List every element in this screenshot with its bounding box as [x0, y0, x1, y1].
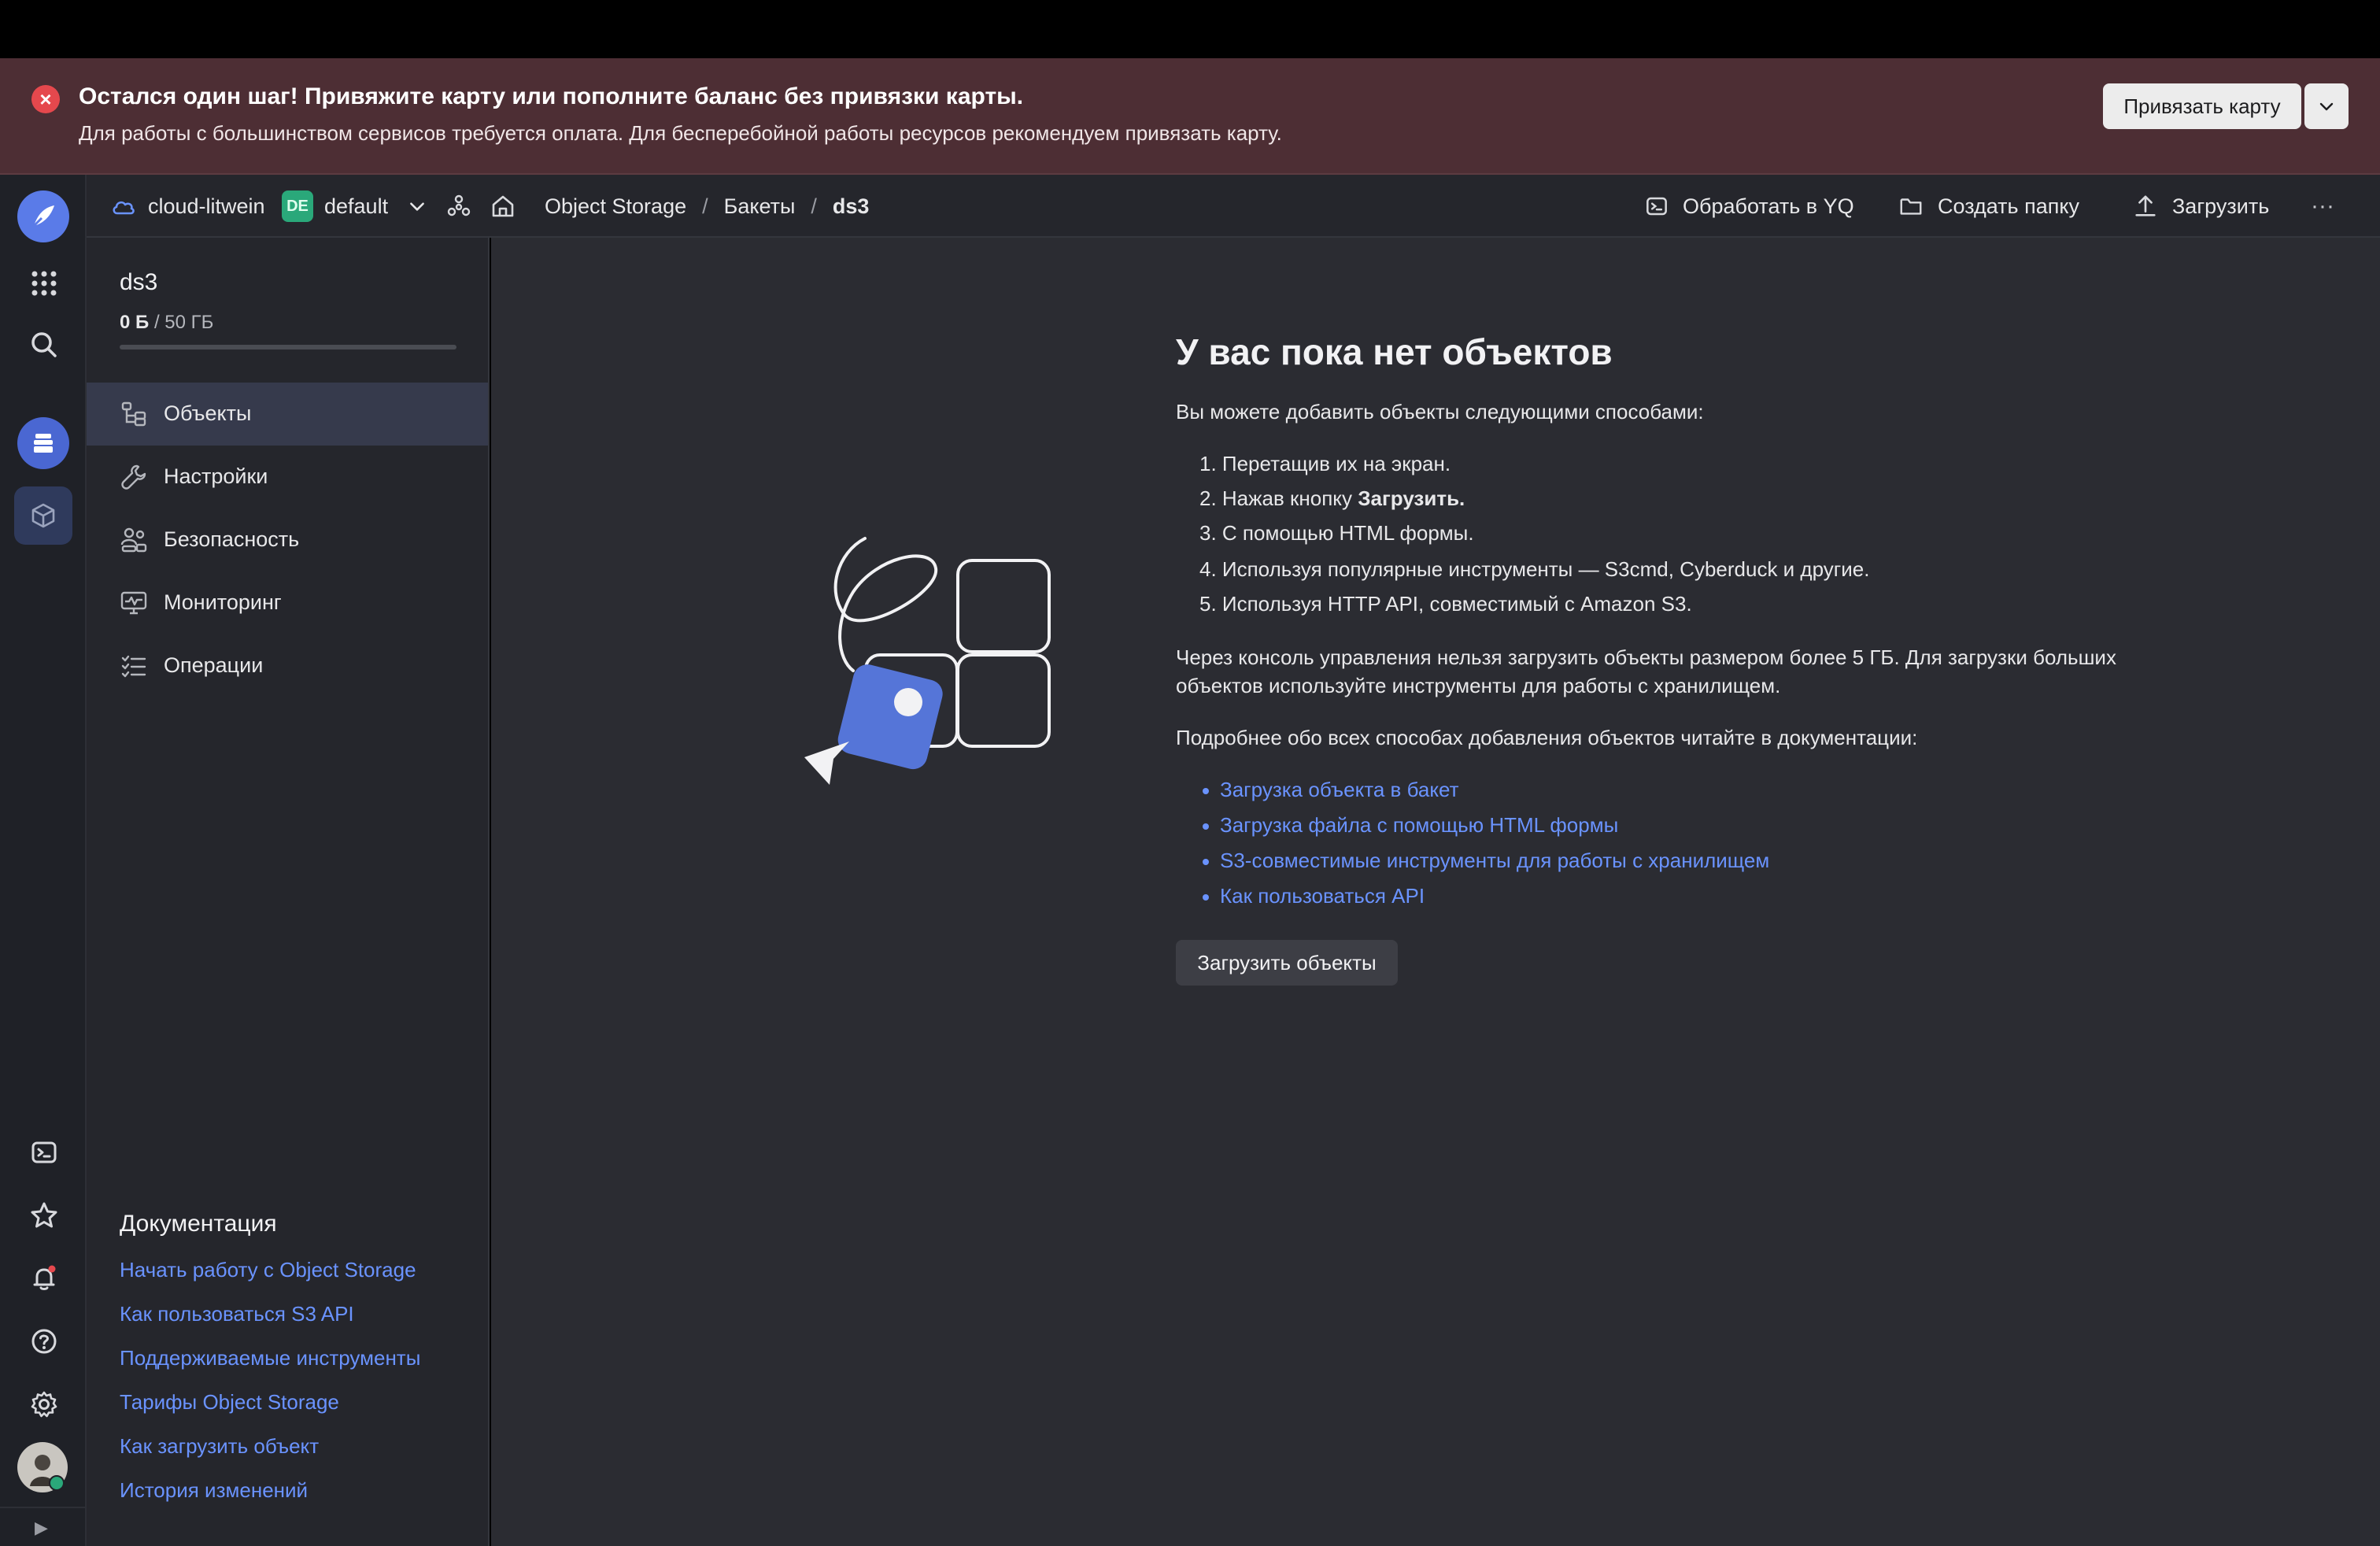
nav-label: Операции	[164, 653, 264, 677]
top-black-bar	[0, 0, 2380, 58]
method-bold: Загрузить.	[1358, 486, 1465, 510]
method-item: 2. Нажав кнопку Загрузить.	[1199, 486, 1465, 511]
storage-service-icon[interactable]	[17, 417, 69, 469]
bucket-name: ds3	[120, 269, 158, 295]
upload-objects-button[interactable]: Загрузить объекты	[1176, 940, 1398, 986]
usage-progress-bar	[120, 345, 456, 350]
usage-quota: / 50 ГБ	[153, 312, 214, 333]
terminal-icon	[1646, 197, 1667, 216]
method-item: 5. Используя HTTP API, совместимый с Ama…	[1199, 592, 1692, 616]
terminal-icon[interactable]	[16, 1124, 72, 1181]
more-actions-icon[interactable]: ···	[2311, 175, 2334, 238]
main-content: У вас пока нет объектов Вы можете добави…	[491, 238, 2380, 1546]
yandex-cloud-logo-icon[interactable]	[17, 190, 69, 242]
create-folder-button[interactable]: Создать папку	[1898, 175, 2079, 238]
breadcrumb-current: ds3	[832, 194, 870, 218]
nav-label: Мониторинг	[164, 590, 282, 614]
chevron-down-icon	[2319, 102, 2334, 111]
breadcrumb-object-storage[interactable]: Object Storage	[545, 194, 686, 219]
breadcrumb-buckets[interactable]: Бакеты	[724, 194, 796, 219]
error-icon[interactable]: ×	[31, 85, 60, 113]
breadcrumb: Object Storage / Бакеты / ds3	[545, 175, 869, 238]
wrench-icon	[121, 464, 146, 490]
nav-item-objects[interactable]: Объекты	[87, 383, 488, 446]
star-icon[interactable]	[16, 1187, 72, 1244]
empty-storage-illustration	[804, 537, 1051, 785]
more-info-text: Подробнее обо всех способах добавления о…	[1176, 726, 1918, 749]
doc-link[interactable]: Как пользоваться S3 API	[120, 1302, 354, 1326]
bullet	[1203, 788, 1209, 794]
upload-icon	[2135, 195, 2156, 216]
cloud-selector[interactable]: cloud-litwein	[110, 175, 265, 238]
expand-rail-icon[interactable]: ▶	[35, 1518, 48, 1538]
bucket-usage: 0 Б / 50 ГБ	[120, 312, 213, 334]
doc-link[interactable]: Загрузка объекта в бакет	[1220, 778, 1459, 802]
users-icon	[120, 527, 147, 553]
nav-item-settings[interactable]: Настройки	[87, 446, 488, 509]
home-icon[interactable]	[490, 175, 516, 238]
breadcrumb-separator: /	[811, 194, 817, 218]
object-storage-icon[interactable]	[14, 486, 72, 545]
payment-banner: × Остался один шаг! Привяжите карту или …	[0, 58, 2380, 175]
search-icon[interactable]	[16, 316, 72, 373]
banner-subtitle: Для работы с большинством сервисов требу…	[79, 121, 1282, 145]
cloud-name: cloud-litwein	[148, 194, 265, 218]
service-graph-icon[interactable]	[445, 175, 472, 238]
bucket-side-panel: ds3 0 Б / 50 ГБ Объекты Настройки Безопа…	[87, 238, 490, 1546]
bell-icon[interactable]	[16, 1250, 72, 1307]
empty-state-title: У вас пока нет объектов	[1176, 331, 1613, 372]
chevron-down-icon	[410, 202, 424, 211]
left-rail: ▶	[0, 175, 87, 1546]
doc-link[interactable]: История изменений	[120, 1478, 308, 1503]
size-note-line: Через консоль управления нельзя загрузит…	[1176, 645, 2116, 669]
list-icon	[121, 655, 146, 678]
docs-title: Документация	[120, 1211, 277, 1237]
cloud-icon	[113, 201, 135, 215]
link-card-dropdown-button[interactable]	[2304, 83, 2349, 129]
bullet	[1203, 859, 1209, 865]
doc-link[interactable]: Начать работу с Object Storage	[120, 1258, 416, 1282]
objects-icon	[121, 401, 146, 427]
process-yq-label: Обработать в YQ	[1683, 194, 1854, 218]
doc-link[interactable]: S3-совместимые инструменты для работы с …	[1220, 849, 1769, 873]
intro-text: Вы можете добавить объекты следующими сп…	[1176, 400, 1704, 423]
create-folder-label: Создать папку	[1938, 194, 2079, 218]
folder-selector[interactable]: DE default	[282, 175, 427, 238]
nav-label: Настройки	[164, 464, 268, 488]
top-header: cloud-litwein DE default Object Storage …	[87, 175, 2380, 238]
nav-label: Безопасность	[164, 527, 300, 551]
folder-name: default	[324, 194, 389, 218]
method-text: 2. Нажав кнопку	[1199, 486, 1358, 510]
nav-item-operations[interactable]: Операции	[87, 634, 488, 697]
upload-header-button[interactable]: Загрузить	[2133, 175, 2269, 238]
monitor-icon	[120, 591, 147, 615]
doc-link[interactable]: Тарифы Object Storage	[120, 1390, 339, 1415]
nav-item-monitoring[interactable]: Мониторинг	[87, 571, 488, 634]
user-avatar[interactable]	[17, 1442, 68, 1492]
doc-link[interactable]: Как пользоваться API	[1220, 884, 1425, 908]
method-item: 1. Перетащив их на экран.	[1199, 452, 1451, 475]
method-item: 3. С помощью HTML формы.	[1199, 521, 1474, 545]
size-note-line: объектов используйте инструменты для раб…	[1176, 674, 1781, 697]
folder-icon	[1900, 198, 1922, 215]
process-yq-button[interactable]: Обработать в YQ	[1645, 175, 1854, 238]
nav-label: Объекты	[164, 401, 252, 425]
usage-used: 0 Б	[120, 312, 150, 333]
method-item: 4. Используя популярные инструменты — S3…	[1199, 557, 1870, 581]
upload-header-label: Загрузить	[2172, 194, 2270, 218]
services-grid-icon[interactable]	[16, 255, 72, 312]
doc-link[interactable]: Загрузка файла с помощью HTML формы	[1220, 813, 1618, 838]
doc-link[interactable]: Поддерживаемые инструменты	[120, 1346, 420, 1370]
banner-title: Остался один шаг! Привяжите карту или по…	[79, 83, 1024, 109]
link-card-button[interactable]: Привязать карту	[2103, 83, 2301, 129]
rail-divider	[0, 1507, 85, 1508]
settings-gear-icon[interactable]	[16, 1376, 72, 1433]
nav-item-security[interactable]: Безопасность	[87, 509, 488, 571]
bullet	[1203, 823, 1209, 830]
folder-badge: DE	[282, 190, 313, 222]
bullet	[1203, 894, 1209, 901]
help-icon[interactable]	[16, 1313, 72, 1370]
doc-link[interactable]: Как загрузить объект	[120, 1434, 319, 1459]
breadcrumb-separator: /	[702, 194, 708, 218]
